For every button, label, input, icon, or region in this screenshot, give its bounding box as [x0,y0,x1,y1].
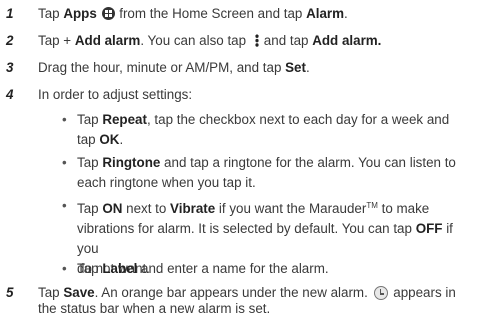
trademark-mark: TM [366,201,378,210]
step-number: 2 [6,33,14,48]
alarm-label: Alarm [306,6,345,21]
step-text: Tap Save. An orange bar appears under th… [38,285,456,316]
set-label: Set [285,60,306,75]
bullet-symbol: • [62,261,67,276]
vibrate-label: Vibrate [170,201,216,216]
ringtone-label: Ringtone [102,155,161,170]
bullet-symbol: • [62,155,67,170]
bullet-symbol: • [62,198,67,213]
alarm-clock-icon [373,286,388,300]
step-number: 4 [6,87,14,102]
on-label: ON [102,201,123,216]
bullet-text: Tap Label and enter a name for the alarm… [77,261,329,276]
instruction-document: 1 Tap Apps from the Home Screen and tap … [0,0,478,316]
step-text: Tap + Add alarm. You can also tap and ta… [38,33,382,48]
bullet-symbol: • [62,112,67,127]
apps-grid-icon [101,7,115,20]
repeat-label: Repeat [102,112,147,127]
menu-dots-icon [254,34,259,47]
apps-label: Apps [63,6,97,21]
step-number: 5 [6,285,14,300]
add-alarm-label: Add alarm [74,33,141,48]
add-alarm-label-2: Add alarm. [312,33,382,48]
step-text: In order to adjust settings: [38,87,193,102]
step-number: 3 [6,60,14,75]
step-number: 1 [6,6,14,21]
step-text: Drag the hour, minute or AM/PM, and tap … [38,60,310,75]
off-label: OFF [415,221,443,236]
ok-label: OK [99,132,120,147]
label-label: Label [102,261,138,276]
step-text: Tap Apps from the Home Screen and tap Al… [38,6,348,21]
bullet-text: Tap Repeat, tap the checkbox next to eac… [77,112,450,147]
bullet-text: Tap Ringtone and tap a ringtone for the … [77,155,456,190]
save-label: Save [63,285,95,300]
